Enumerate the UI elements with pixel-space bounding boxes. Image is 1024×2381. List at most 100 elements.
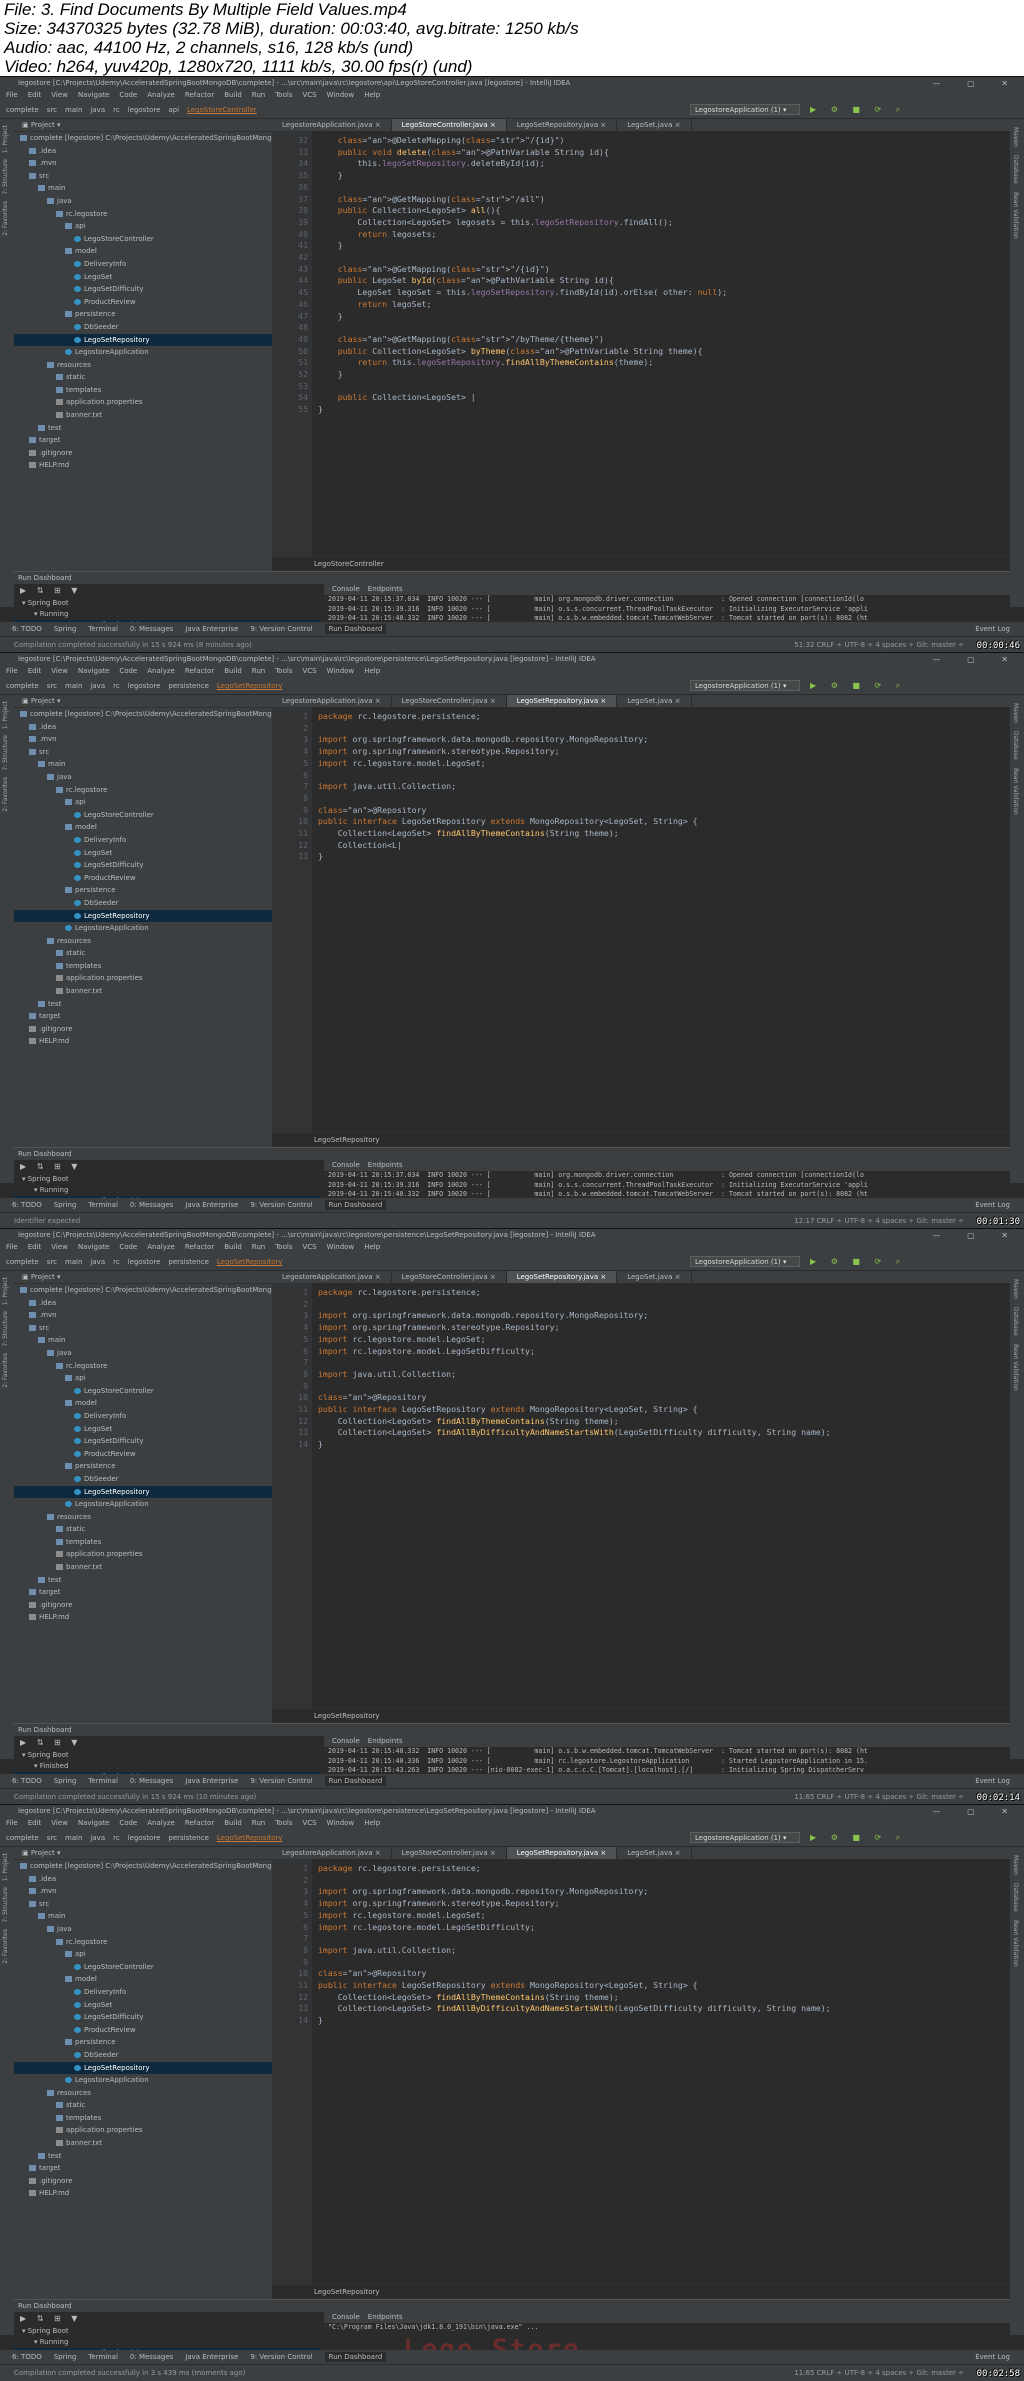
menu-item[interactable]: File xyxy=(6,91,18,99)
editor-tab[interactable]: LegostoreApplication.java × xyxy=(272,1847,392,1859)
project-tree-item[interactable]: LegoSetRepository xyxy=(14,2061,272,2075)
project-tree-item[interactable]: HELP.md xyxy=(14,459,272,472)
menu-item[interactable]: Code xyxy=(119,91,137,99)
menu-item[interactable]: Refactor xyxy=(185,1819,214,1827)
menu-item[interactable]: Build xyxy=(224,667,242,675)
menu-item[interactable]: Help xyxy=(364,1243,380,1251)
project-tree-item[interactable]: HELP.md xyxy=(14,2187,272,2200)
tool-window-tab[interactable]: 0: Messages xyxy=(130,1201,173,1209)
project-tree-item[interactable]: target xyxy=(14,2162,272,2175)
tool-window-tab[interactable]: Java Enterprise xyxy=(185,625,238,633)
project-tree-item[interactable]: static xyxy=(14,1523,272,1536)
menu-item[interactable]: Code xyxy=(119,667,137,675)
code-editor[interactable]: LegostoreApplication.java × LegoStoreCont… xyxy=(272,1271,1010,1723)
tool-window-tab[interactable]: 9: Version Control xyxy=(250,625,312,633)
project-tree-item[interactable]: rc.legostore xyxy=(14,1936,272,1949)
project-tree-item[interactable]: test xyxy=(14,998,272,1011)
tool-window-tab[interactable]: Terminal xyxy=(88,1777,118,1785)
run-config-select[interactable]: LegostoreApplication (1) ▾ xyxy=(690,104,800,115)
project-tree-item[interactable]: java xyxy=(14,1923,272,1936)
menu-item[interactable]: View xyxy=(51,667,68,675)
tool-window-tab[interactable]: 9: Version Control xyxy=(250,2353,312,2361)
menu-item[interactable]: Refactor xyxy=(185,1243,214,1251)
tool-window-tab[interactable]: 6: TODO xyxy=(12,625,42,633)
tool-window-tab[interactable]: 9: Version Control xyxy=(250,1777,312,1785)
tool-window-button[interactable]: 2: Favorites xyxy=(2,201,9,236)
project-tree-item[interactable]: test xyxy=(14,1574,272,1587)
menu-item[interactable]: Help xyxy=(364,667,380,675)
editor-tab[interactable]: LegoSetRepository.java × xyxy=(507,119,618,131)
project-tree-item[interactable]: .gitignore xyxy=(14,2175,272,2188)
code-editor[interactable]: LegostoreApplication.java × LegoStoreCont… xyxy=(272,119,1010,571)
project-tree-item[interactable]: LegoSetDifficulty xyxy=(14,283,272,296)
tool-window-button[interactable]: 1: Project xyxy=(2,1853,9,1881)
run-toolbar[interactable]: ▶ ⇅ ⊞ ▼ xyxy=(14,1160,319,1174)
run-tree-item[interactable]: ▾ Finished xyxy=(14,1761,319,1772)
nav-crumb[interactable]: legostore xyxy=(128,682,161,690)
project-tree-item[interactable]: persistence xyxy=(14,884,272,897)
menu-item[interactable]: Code xyxy=(119,1243,137,1251)
project-tree-item[interactable]: complete [legostore] C:\Projects\Udemy\A… xyxy=(14,1860,276,1873)
project-tree-item[interactable]: LegoSetRepository xyxy=(14,1485,272,1499)
project-tree-item[interactable]: ProductReview xyxy=(14,296,272,309)
project-tree-item[interactable]: .idea xyxy=(14,1297,272,1310)
tool-window-tab[interactable]: Spring xyxy=(54,1201,77,1209)
menu-item[interactable]: Edit xyxy=(28,667,42,675)
run-toolbar[interactable]: ▶ ⇅ ⊞ ▼ xyxy=(14,584,319,598)
event-log-button[interactable]: Event Log xyxy=(975,1198,1010,1212)
window-controls[interactable]: — ▢ ✕ xyxy=(933,77,1020,90)
menu-item[interactable]: Window xyxy=(327,1819,355,1827)
status-indicators[interactable]: 11:65 CRLF ÷ UTF-8 ÷ 4 spaces ÷ Git: mas… xyxy=(794,2365,964,2381)
project-tree-item[interactable]: LegostoreApplication xyxy=(14,922,272,935)
project-tree-item[interactable]: src xyxy=(14,170,272,183)
project-tree-item[interactable]: HELP.md xyxy=(14,1035,272,1048)
run-tree-item[interactable]: ▾ Spring Boot xyxy=(14,1750,319,1761)
tool-window-button[interactable]: Bean Validation xyxy=(1012,192,1019,239)
project-tree-item[interactable]: LegoStoreController xyxy=(14,1385,272,1398)
project-tree-item[interactable]: banner.txt xyxy=(14,409,272,422)
tool-window-button[interactable]: 7: Structure xyxy=(2,159,9,195)
project-tree-item[interactable]: static xyxy=(14,2099,272,2112)
menu-item[interactable]: Build xyxy=(224,1243,242,1251)
menu-item[interactable]: Analyze xyxy=(147,1243,175,1251)
project-tree-item[interactable]: LegoStoreController xyxy=(14,809,272,822)
project-tree-item[interactable]: persistence xyxy=(14,1460,272,1473)
editor-tab[interactable]: LegoSetRepository.java × xyxy=(506,1847,618,1859)
project-tree-item[interactable]: LegostoreApplication xyxy=(14,1498,272,1511)
event-log-button[interactable]: Event Log xyxy=(975,622,1010,636)
project-tree-item[interactable]: api xyxy=(14,1948,272,1961)
nav-crumb[interactable]: rc xyxy=(113,682,120,690)
menu-item[interactable]: Run xyxy=(252,91,265,99)
tool-window-tab[interactable]: Terminal xyxy=(88,1201,118,1209)
nav-crumb[interactable]: java xyxy=(90,106,105,114)
project-tree-item[interactable]: DbSeeder xyxy=(14,321,272,334)
run-tree-item[interactable]: ▾ Running xyxy=(14,2337,319,2348)
editor-tab[interactable]: LegoStoreController.java × xyxy=(391,119,507,131)
project-tree-item[interactable]: static xyxy=(14,371,272,384)
menu-item[interactable]: Refactor xyxy=(185,91,214,99)
project-tree-item[interactable]: .idea xyxy=(14,145,272,158)
tool-window-button[interactable]: 1: Project xyxy=(2,125,9,153)
tool-window-button[interactable]: Database xyxy=(1012,1307,1019,1336)
tool-window-tab[interactable]: Java Enterprise xyxy=(185,1777,238,1785)
project-tree-item[interactable]: DbSeeder xyxy=(14,1473,272,1486)
nav-crumb[interactable]: java xyxy=(90,1834,105,1842)
run-toolbar[interactable]: ▶ ⇅ ⊞ ▼ xyxy=(14,1736,319,1750)
menu-item[interactable]: VCS xyxy=(302,1243,316,1251)
project-tree-item[interactable]: model xyxy=(14,245,272,258)
tool-window-tab[interactable]: Spring xyxy=(54,625,77,633)
project-tree-item[interactable]: rc.legostore xyxy=(14,784,272,797)
project-tree-item[interactable]: .mvn xyxy=(14,733,272,746)
menu-item[interactable]: View xyxy=(51,1243,68,1251)
tool-window-tab[interactable]: 0: Messages xyxy=(130,625,173,633)
nav-crumb[interactable]: legostore xyxy=(128,1258,161,1266)
nav-crumb[interactable]: LegoSetRepository xyxy=(217,1834,283,1842)
editor-tab[interactable]: LegostoreApplication.java × xyxy=(272,695,392,707)
menu-item[interactable]: View xyxy=(51,1819,68,1827)
nav-crumb[interactable]: api xyxy=(168,106,179,114)
tool-window-tab[interactable]: Run Dashboard xyxy=(324,624,387,634)
toolbar-icons[interactable]: ▶ ⚙ ■ ⟳ ⌕ xyxy=(810,1829,906,1847)
project-tree-item[interactable]: complete [legostore] C:\Projects\Udemy\A… xyxy=(14,132,276,145)
menu-item[interactable]: File xyxy=(6,1243,18,1251)
project-tree-item[interactable]: target xyxy=(14,434,272,447)
